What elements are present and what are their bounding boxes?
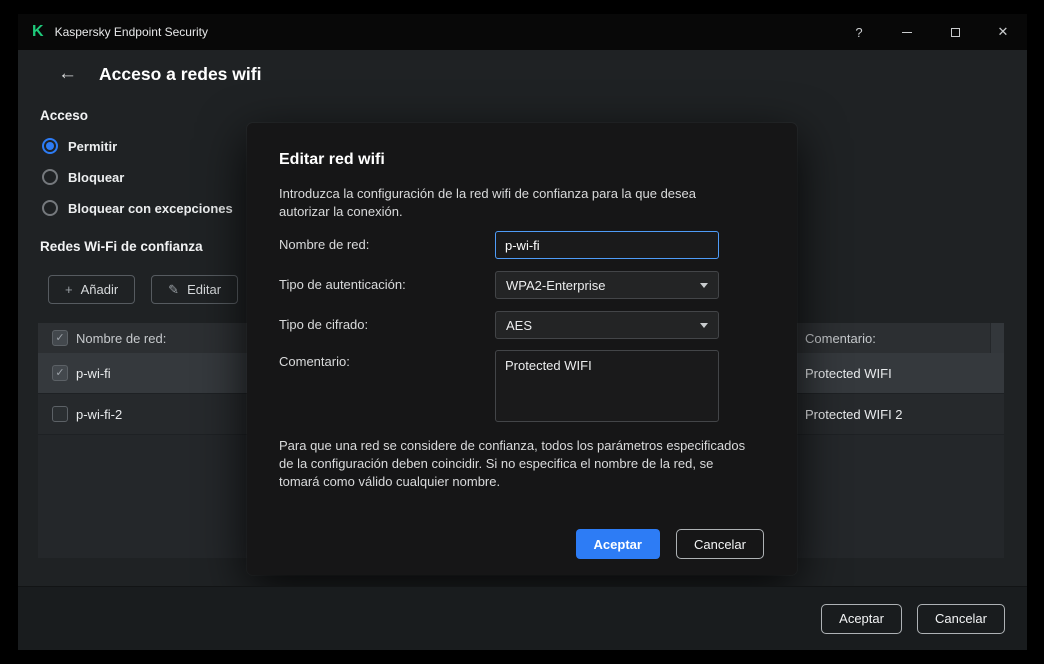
- page-title: Acceso a redes wifi: [99, 64, 261, 85]
- scrollbar-corner: [990, 323, 1004, 353]
- accept-button[interactable]: Aceptar: [821, 604, 902, 634]
- main-content: ← Acceso a redes wifi Acceso Permitir Bl…: [18, 50, 1027, 586]
- help-icon: ?: [855, 25, 862, 40]
- comment-textarea[interactable]: Protected WIFI: [495, 350, 719, 422]
- cipher-type-label: Tipo de cifrado:: [279, 317, 368, 332]
- table-toolbar: + Añadir ✎ Editar: [48, 275, 238, 304]
- network-name-input[interactable]: [495, 231, 719, 259]
- dialog-actions: Aceptar Cancelar: [576, 529, 764, 559]
- check-icon: ✓: [55, 333, 64, 344]
- titlebar: K Kaspersky Endpoint Security ? ✕: [18, 14, 1027, 50]
- dialog-title: Editar red wifi: [279, 151, 385, 169]
- radio-label: Bloquear con excepciones: [68, 201, 233, 216]
- radio-label: Bloquear: [68, 170, 124, 185]
- chevron-down-icon: [700, 283, 708, 288]
- auth-type-select[interactable]: WPA2-Enterprise: [495, 271, 719, 299]
- network-name-cell: p-wi-fi-2: [76, 407, 122, 422]
- comment-column-header: Comentario:: [805, 331, 876, 346]
- add-button-label: Añadir: [81, 282, 119, 297]
- minimize-button[interactable]: [883, 14, 931, 50]
- edit-wifi-dialog: Editar red wifi Introduzca la configurac…: [247, 123, 797, 575]
- app-title: Kaspersky Endpoint Security: [55, 25, 208, 39]
- radio-option-permitir[interactable]: Permitir: [42, 137, 117, 155]
- chevron-down-icon: [700, 323, 708, 328]
- dialog-cancel-button[interactable]: Cancelar: [676, 529, 764, 559]
- minimize-icon: [902, 32, 912, 33]
- comment-label: Comentario:: [279, 354, 350, 369]
- radio-label: Permitir: [68, 139, 117, 154]
- edit-button-label: Editar: [187, 282, 221, 297]
- back-button[interactable]: ←: [58, 63, 77, 85]
- row-checkbox[interactable]: [52, 406, 68, 422]
- titlebar-controls: ? ✕: [835, 14, 1027, 50]
- dialog-accept-button[interactable]: Aceptar: [576, 529, 660, 559]
- kaspersky-logo-icon: K: [32, 23, 44, 41]
- page-header: ← Acceso a redes wifi: [58, 60, 261, 88]
- select-all-checkbox[interactable]: ✓: [52, 330, 68, 346]
- radio-option-bloquear[interactable]: Bloquear: [42, 168, 124, 186]
- dialog-note: Para que una red se considere de confian…: [279, 437, 749, 491]
- auth-type-label: Tipo de autenticación:: [279, 277, 406, 292]
- plus-icon: +: [65, 282, 73, 297]
- network-name-label: Nombre de red:: [279, 237, 369, 252]
- cipher-type-select[interactable]: AES: [495, 311, 719, 339]
- maximize-icon: [951, 28, 960, 37]
- add-button[interactable]: + Añadir: [48, 275, 135, 304]
- pencil-icon: ✎: [168, 282, 179, 298]
- window-footer: Aceptar Cancelar: [18, 586, 1027, 650]
- check-icon: ✓: [55, 368, 64, 379]
- cancel-button[interactable]: Cancelar: [917, 604, 1005, 634]
- row-checkbox[interactable]: ✓: [52, 365, 68, 381]
- radio-unselected-icon: [42, 169, 58, 185]
- window-body: ← Acceso a redes wifi Acceso Permitir Bl…: [18, 50, 1027, 650]
- help-button[interactable]: ?: [835, 14, 883, 50]
- radio-selected-icon: [42, 138, 58, 154]
- radio-option-bloquear-excepciones[interactable]: Bloquear con excepciones: [42, 199, 233, 217]
- radio-unselected-icon: [42, 200, 58, 216]
- trusted-section-title: Redes Wi-Fi de confianza: [40, 239, 203, 254]
- network-comment-cell: Protected WIFI: [805, 366, 892, 381]
- cipher-type-value: AES: [506, 318, 532, 333]
- network-comment-cell: Protected WIFI 2: [805, 407, 903, 422]
- maximize-button[interactable]: [931, 14, 979, 50]
- auth-type-value: WPA2-Enterprise: [506, 278, 605, 293]
- close-button[interactable]: ✕: [979, 14, 1027, 50]
- name-column-header: Nombre de red:: [76, 331, 166, 346]
- app-window: K Kaspersky Endpoint Security ? ✕ ← Acce…: [18, 14, 1027, 650]
- network-name-cell: p-wi-fi: [76, 366, 111, 381]
- edit-button[interactable]: ✎ Editar: [151, 275, 238, 304]
- dialog-description: Introduzca la configuración de la red wi…: [279, 185, 745, 221]
- close-icon: ✕: [998, 24, 1009, 40]
- access-section-title: Acceso: [40, 108, 88, 123]
